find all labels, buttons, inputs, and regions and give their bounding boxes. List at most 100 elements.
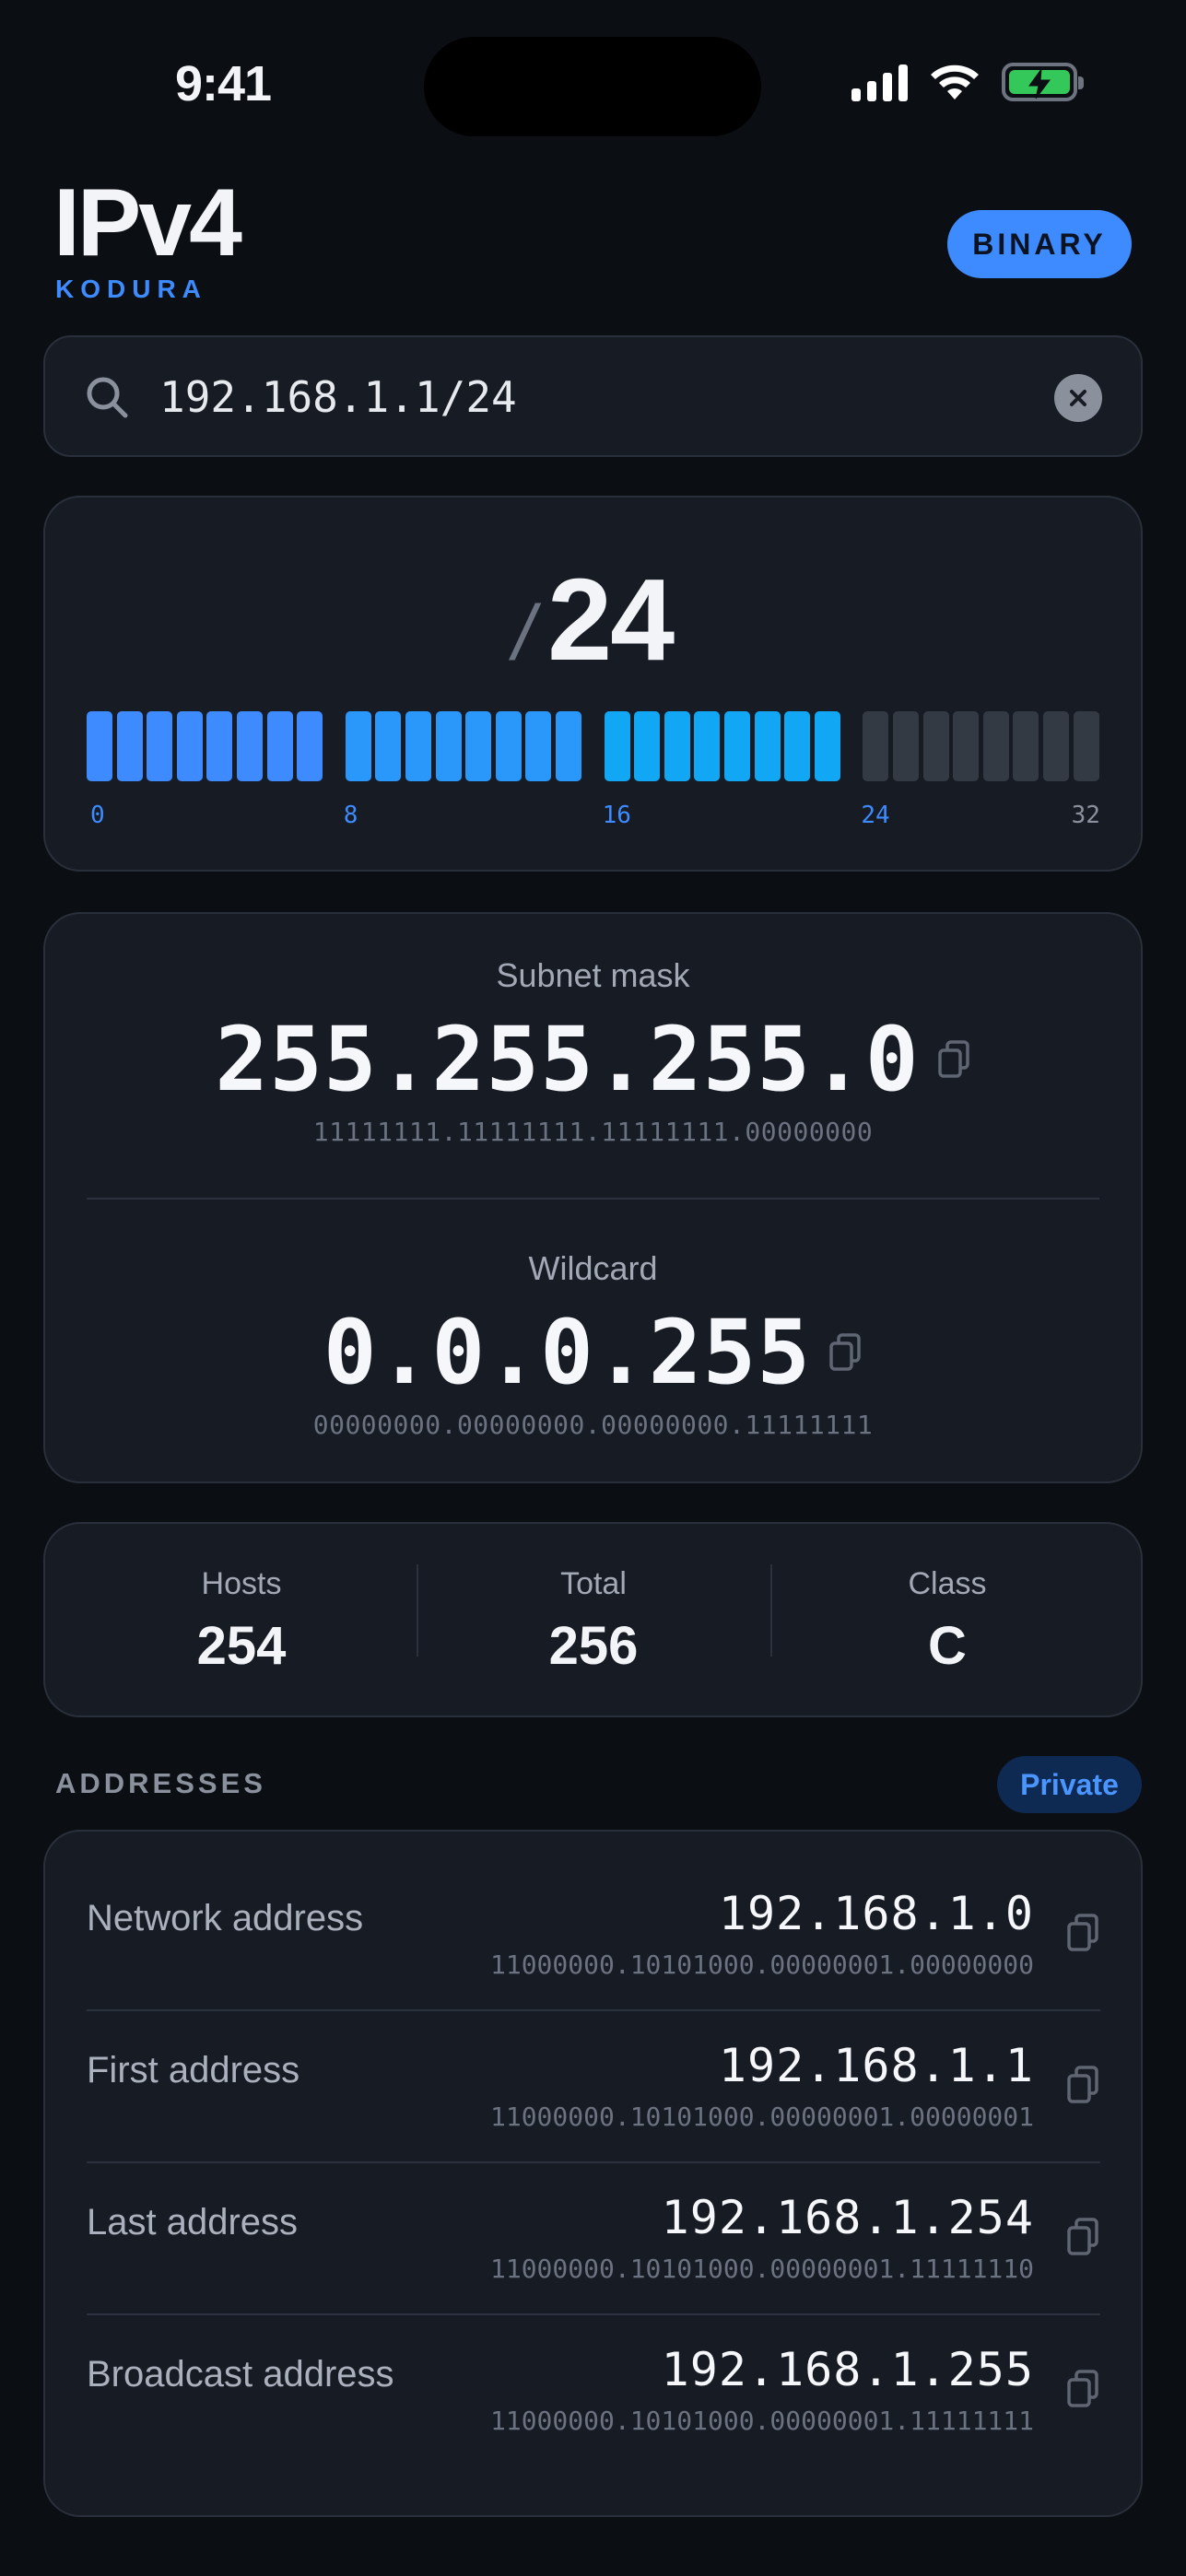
stat-value: 254 [196, 1616, 287, 1676]
wildcard-label: Wildcard [528, 1249, 658, 1287]
subnet-mask-block: Subnet mask 255.255.255.0 11111111.11111… [45, 956, 1141, 1147]
bit-set[interactable] [784, 711, 811, 781]
stat-value: 256 [548, 1616, 639, 1676]
stat-label: Class [908, 1566, 987, 1601]
status-time: 9:41 [175, 56, 272, 111]
copy-icon[interactable] [828, 1332, 863, 1373]
prefix-length: /24 [45, 553, 1141, 686]
search-bar [43, 335, 1143, 457]
bit-unset[interactable] [1073, 711, 1099, 781]
bit-tick-label: 24 [861, 802, 890, 829]
addresses-card: Network address 192.168.1.0 11000000.101… [43, 1830, 1143, 2517]
system-icons [851, 63, 1084, 101]
prefix-bit-bar[interactable] [87, 711, 1100, 781]
status-bar: 9:41 [0, 0, 1186, 175]
bit-tick-label: 0 [90, 802, 105, 829]
stat-total: Total 256 [418, 1566, 769, 1677]
copy-icon[interactable] [1065, 1913, 1100, 1953]
bit-set[interactable] [556, 711, 581, 781]
bit-set[interactable] [634, 711, 661, 781]
copy-icon[interactable] [936, 1039, 971, 1080]
wifi-icon [931, 64, 979, 100]
bit-set[interactable] [604, 711, 630, 781]
bit-set[interactable] [345, 711, 371, 781]
bit-set[interactable] [237, 711, 263, 781]
stat-value: C [928, 1616, 967, 1676]
dynamic-island [424, 37, 761, 136]
stat-hosts: Hosts 254 [66, 1566, 417, 1677]
address-binary: 11000000.10101000.00000001.00000000 [489, 1950, 1034, 1980]
bit-unset[interactable] [863, 711, 889, 781]
bit-tick-label: 32 [1071, 802, 1100, 829]
binary-toggle-button[interactable]: BINARY [947, 210, 1132, 278]
bit-unset[interactable] [982, 711, 1009, 781]
copy-icon[interactable] [1065, 2065, 1100, 2105]
clear-icon[interactable] [1054, 374, 1102, 422]
bit-unset[interactable] [953, 711, 980, 781]
bit-set[interactable] [724, 711, 750, 781]
bit-set[interactable] [176, 711, 203, 781]
search-icon [87, 377, 128, 418]
bit-set[interactable] [694, 711, 721, 781]
address-value: 192.168.1.255 [661, 2343, 1034, 2396]
subnet-mask-value: 255.255.255.0 [215, 1008, 920, 1111]
subnet-mask-label: Subnet mask [496, 956, 690, 994]
bit-set[interactable] [297, 711, 323, 781]
bit-tick-label: 16 [602, 802, 631, 829]
stat-label: Total [560, 1566, 627, 1601]
prefix-slash: / [512, 590, 535, 676]
address-label: Network address [87, 1898, 364, 1938]
bit-unset[interactable] [893, 711, 919, 781]
bit-set[interactable] [116, 711, 143, 781]
bit-set[interactable] [754, 711, 781, 781]
address-row-last: Last address 192.168.1.254 11000000.1010… [87, 2163, 1100, 2315]
bit-set[interactable] [465, 711, 492, 781]
prefix-number: 24 [547, 555, 675, 685]
page-title: IPv4 [53, 170, 242, 276]
mask-card: Subnet mask 255.255.255.0 11111111.11111… [43, 912, 1143, 1483]
app-subtitle: KODURA [55, 275, 207, 303]
bit-set[interactable] [375, 711, 402, 781]
stat-class: Class C [772, 1566, 1122, 1677]
address-label: First address [87, 2050, 300, 2090]
bit-set[interactable] [495, 711, 522, 781]
bit-set[interactable] [814, 711, 840, 781]
address-value: 192.168.1.254 [661, 2191, 1034, 2244]
bit-set[interactable] [405, 711, 431, 781]
address-binary: 11000000.10101000.00000001.00000001 [489, 2102, 1034, 2132]
address-row-first: First address 192.168.1.1 11000000.10101… [87, 2011, 1100, 2163]
address-label: Last address [87, 2202, 299, 2242]
bit-set[interactable] [206, 711, 233, 781]
bit-tick-labels: 0 8 16 24 32 [87, 802, 1100, 829]
bit-set[interactable] [266, 711, 293, 781]
bit-unset[interactable] [1043, 711, 1069, 781]
battery-charging-icon [1002, 63, 1084, 101]
bit-tick-label: 8 [343, 802, 358, 829]
wildcard-block: Wildcard 0.0.0.255 00000000.00000000.000… [45, 1249, 1141, 1440]
address-binary: 11000000.10101000.00000001.11111111 [489, 2406, 1034, 2436]
address-value: 192.168.1.1 [718, 2039, 1034, 2092]
bit-set[interactable] [663, 711, 690, 781]
address-row-broadcast: Broadcast address 192.168.1.255 11000000… [87, 2315, 1100, 2467]
address-row-network: Network address 192.168.1.0 11000000.101… [87, 1859, 1100, 2011]
bit-set[interactable] [87, 711, 112, 781]
address-value: 192.168.1.0 [718, 1887, 1034, 1940]
private-badge: Private [997, 1756, 1142, 1813]
cidr-input[interactable] [159, 361, 1044, 433]
bit-unset[interactable] [1013, 711, 1039, 781]
cellular-signal-icon [851, 63, 908, 101]
section-label-addresses: ADDRESSES [55, 1767, 266, 1799]
copy-icon[interactable] [1065, 2217, 1100, 2257]
bit-set[interactable] [525, 711, 552, 781]
wildcard-binary: 00000000.00000000.00000000.11111111 [312, 1410, 874, 1440]
divider [87, 1198, 1099, 1200]
subnet-mask-binary: 11111111.11111111.11111111.00000000 [312, 1117, 874, 1147]
stat-label: Hosts [201, 1566, 282, 1601]
bit-set[interactable] [147, 711, 173, 781]
wildcard-value: 0.0.0.255 [323, 1301, 812, 1404]
bit-unset[interactable] [922, 711, 949, 781]
stats-card: Hosts 254 Total 256 Class C [43, 1522, 1143, 1717]
bit-set[interactable] [435, 711, 462, 781]
address-binary: 11000000.10101000.00000001.11111110 [489, 2254, 1034, 2284]
copy-icon[interactable] [1065, 2369, 1100, 2409]
